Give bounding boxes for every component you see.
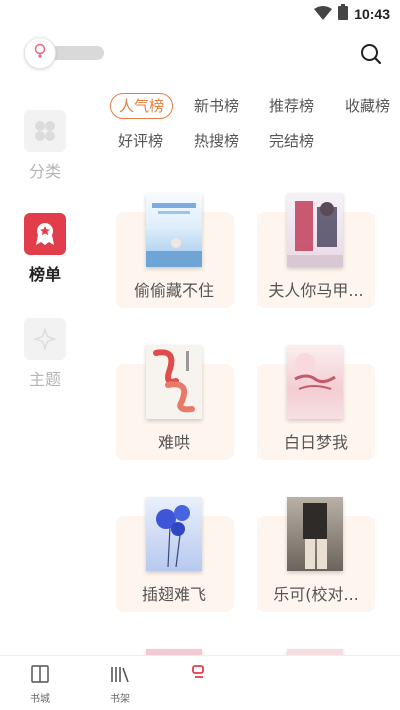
sidebar-item-label: 主题 bbox=[28, 370, 61, 389]
sidebar-item-category[interactable]: 分类 bbox=[20, 110, 70, 182]
book-title: 乐可(校对... bbox=[273, 585, 359, 604]
theme-icon bbox=[24, 318, 66, 360]
bookshelf-icon bbox=[109, 667, 131, 688]
book-title: 偷偷藏不住 bbox=[133, 281, 214, 300]
bulb-icon bbox=[34, 43, 46, 63]
book-cover[interactable] bbox=[287, 497, 343, 571]
night-mode-toggle[interactable] bbox=[24, 37, 104, 69]
tab-popular[interactable]: 人气榜 bbox=[110, 93, 174, 119]
rank-icon bbox=[190, 665, 210, 688]
tab-new[interactable]: 新书榜 bbox=[186, 93, 247, 119]
tab-hot-search[interactable]: 热搜榜 bbox=[186, 128, 247, 154]
book-title: 白日梦我 bbox=[283, 433, 348, 452]
book-cover[interactable] bbox=[146, 497, 202, 571]
tab-recommend[interactable]: 推荐榜 bbox=[261, 93, 322, 119]
book-cover[interactable] bbox=[287, 345, 343, 419]
ranking-icon bbox=[24, 213, 66, 255]
sidebar-item-theme[interactable]: 主题 bbox=[20, 318, 70, 390]
nav-label: 书城 bbox=[30, 694, 50, 705]
sidebar-item-label: 分类 bbox=[28, 162, 61, 181]
book-open-icon bbox=[30, 665, 50, 688]
book-title: 难哄 bbox=[157, 433, 190, 452]
book-cover[interactable] bbox=[287, 193, 343, 267]
nav-bookshelf[interactable]: 书架 bbox=[100, 664, 140, 705]
status-bar: 10:43 bbox=[0, 0, 400, 26]
sidebar-item-label: 榜单 bbox=[28, 265, 61, 284]
category-icon bbox=[24, 110, 66, 152]
book-cover[interactable] bbox=[146, 345, 202, 419]
status-time: 10:43 bbox=[354, 6, 390, 22]
nav-ranking[interactable] bbox=[180, 664, 220, 690]
wifi-icon bbox=[314, 5, 333, 24]
sidebar-item-ranking[interactable]: 榜单 bbox=[20, 213, 70, 285]
search-icon bbox=[358, 44, 384, 71]
nav-label: 书架 bbox=[110, 694, 130, 705]
toggle-knob bbox=[24, 37, 56, 69]
search-button[interactable] bbox=[358, 41, 384, 67]
tab-favorites[interactable]: 收藏榜 bbox=[337, 93, 398, 119]
nav-bookstore[interactable]: 书城 bbox=[20, 664, 60, 705]
tab-completed[interactable]: 完结榜 bbox=[261, 128, 322, 154]
bottom-nav: 书城 书架 bbox=[0, 655, 400, 710]
tab-top-rated[interactable]: 好评榜 bbox=[110, 128, 171, 154]
battery-icon bbox=[338, 4, 349, 24]
book-title: 夫人你马甲... bbox=[268, 281, 364, 300]
book-cover[interactable] bbox=[146, 193, 202, 267]
book-title: 插翅难飞 bbox=[141, 585, 206, 604]
